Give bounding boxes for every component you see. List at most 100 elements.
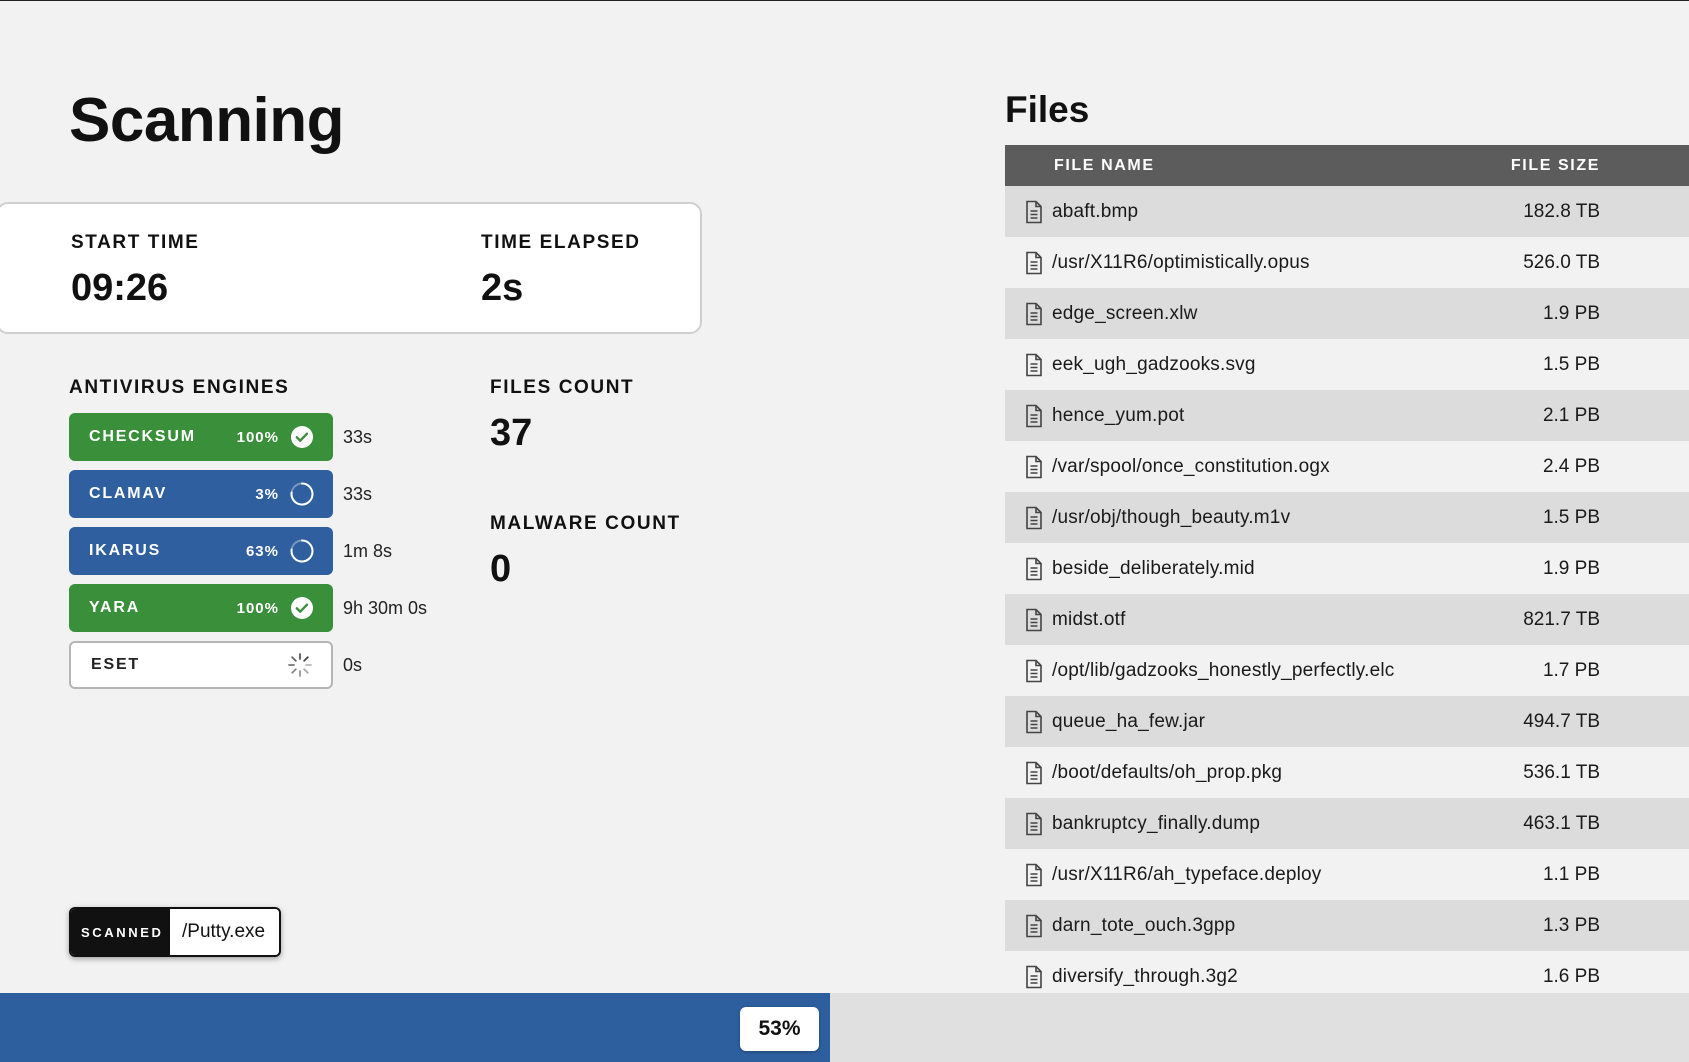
file-size-cell: 463.1 TB xyxy=(1523,812,1600,834)
files-count-label: FILES COUNT xyxy=(490,377,635,398)
table-row[interactable]: darn_tote_ouch.3gpp 1.3 PB xyxy=(1005,900,1689,951)
engine-badge[interactable]: CLAMAV 3% xyxy=(69,470,333,518)
table-row[interactable]: /boot/defaults/oh_prop.pkg 536.1 TB xyxy=(1005,747,1689,798)
column-header-file-size[interactable]: FILE SIZE xyxy=(1469,157,1689,175)
scanned-tag: SCANNED xyxy=(71,909,170,955)
file-icon xyxy=(1024,353,1044,377)
malware-count-value: 0 xyxy=(490,548,512,590)
file-name-cell: /usr/X11R6/ah_typeface.deploy xyxy=(1052,863,1322,885)
engine-name: CHECKSUM xyxy=(89,428,196,445)
engine-badge[interactable]: ESET xyxy=(69,641,333,689)
scanned-file-indicator: SCANNED /Putty.exe xyxy=(69,907,282,957)
column-header-file-name[interactable]: FILE NAME xyxy=(1005,157,1469,175)
file-size-cell: 526.0 TB xyxy=(1523,251,1600,273)
file-name-cell: /usr/obj/though_beauty.m1v xyxy=(1052,506,1291,528)
file-size-cell: 1.1 PB xyxy=(1542,863,1600,885)
file-name-cell: diversify_through.3g2 xyxy=(1052,965,1238,987)
progress-percent-label: 53% xyxy=(740,1007,819,1051)
table-header: FILE NAME FILE SIZE xyxy=(1005,145,1689,186)
engine-name: YARA xyxy=(89,599,141,616)
engine-name: ESET xyxy=(91,656,140,673)
file-icon xyxy=(1024,761,1044,785)
file-name-cell: /usr/X11R6/optimistically.opus xyxy=(1052,251,1310,273)
table-row[interactable]: diversify_through.3g2 1.6 PB xyxy=(1005,951,1689,993)
files-count-value: 37 xyxy=(490,412,533,454)
table-row[interactable]: /opt/lib/gadzooks_honestly_perfectly.elc… xyxy=(1005,645,1689,696)
engine-time: 1m 8s xyxy=(343,541,393,561)
file-name-cell: eek_ugh_gadzooks.svg xyxy=(1052,353,1256,375)
start-time-value: 09:26 xyxy=(71,267,169,309)
file-size-cell: 536.1 TB xyxy=(1523,761,1600,783)
file-icon xyxy=(1024,557,1044,581)
loading-dots-icon xyxy=(287,652,313,678)
file-icon xyxy=(1024,965,1044,989)
engine-percent: 100% xyxy=(236,599,279,617)
table-row[interactable]: beside_deliberately.mid 1.9 PB xyxy=(1005,543,1689,594)
file-size-cell: 1.6 PB xyxy=(1542,965,1600,987)
top-border xyxy=(0,0,1689,1)
progress-fill xyxy=(0,993,830,1062)
check-circle-icon xyxy=(289,595,315,621)
spinner-ring-icon xyxy=(289,538,315,564)
files-title: Files xyxy=(1005,89,1090,130)
file-icon xyxy=(1024,404,1044,428)
file-name-cell: abaft.bmp xyxy=(1052,200,1139,222)
table-body: abaft.bmp 182.8 TB/usr/X11R6/optimistical… xyxy=(1005,186,1689,993)
file-size-cell: 1.7 PB xyxy=(1542,659,1600,681)
engine-time: 9h 30m 0s xyxy=(343,598,428,618)
file-name-cell: /boot/defaults/oh_prop.pkg xyxy=(1052,761,1283,783)
scan-progress-bar: 53% xyxy=(0,993,1689,1062)
engine-time: 33s xyxy=(343,484,373,504)
file-icon xyxy=(1024,710,1044,734)
file-name-cell: queue_ha_few.jar xyxy=(1052,710,1206,732)
time-elapsed-value: 2s xyxy=(481,267,524,309)
file-name-cell: bankruptcy_finally.dump xyxy=(1052,812,1261,834)
file-icon xyxy=(1024,455,1044,479)
table-row[interactable]: hence_yum.pot 2.1 PB xyxy=(1005,390,1689,441)
table-row[interactable]: /usr/X11R6/optimistically.opus 526.0 TB xyxy=(1005,237,1689,288)
file-name-cell: /opt/lib/gadzooks_honestly_perfectly.elc xyxy=(1052,659,1395,681)
table-row[interactable]: queue_ha_few.jar 494.7 TB xyxy=(1005,696,1689,747)
table-row[interactable]: /var/spool/once_constitution.ogx 2.4 PB xyxy=(1005,441,1689,492)
file-name-cell: /var/spool/once_constitution.ogx xyxy=(1052,455,1330,477)
file-size-cell: 1.5 PB xyxy=(1542,506,1600,528)
file-icon xyxy=(1024,914,1044,938)
engine-time: 0s xyxy=(343,655,363,675)
engine-name: CLAMAV xyxy=(89,485,168,502)
malware-count-label: MALWARE COUNT xyxy=(490,513,681,534)
table-row[interactable]: abaft.bmp 182.8 TB xyxy=(1005,186,1689,237)
file-size-cell: 1.9 PB xyxy=(1542,557,1600,579)
file-size-cell: 494.7 TB xyxy=(1523,710,1600,732)
file-size-cell: 2.4 PB xyxy=(1542,455,1600,477)
file-name-cell: darn_tote_ouch.3gpp xyxy=(1052,914,1236,936)
engine-percent: 100% xyxy=(236,428,279,446)
files-table: FILE NAME FILE SIZE abaft.bmp 182.8 TB/us… xyxy=(1005,145,1689,993)
file-icon xyxy=(1024,506,1044,530)
file-size-cell: 182.8 TB xyxy=(1523,200,1600,222)
file-icon xyxy=(1024,659,1044,683)
time-card: START TIME 09:26 TIME ELAPSED 2s xyxy=(0,202,702,334)
engine-time: 33s xyxy=(343,427,373,447)
file-name-cell: beside_deliberately.mid xyxy=(1052,557,1255,579)
table-row[interactable]: /usr/X11R6/ah_typeface.deploy 1.1 PB xyxy=(1005,849,1689,900)
table-row[interactable]: eek_ugh_gadzooks.svg 1.5 PB xyxy=(1005,339,1689,390)
page-title: Scanning xyxy=(69,86,345,155)
spinner-ring-icon xyxy=(289,481,315,507)
engine-badge[interactable]: YARA 100% xyxy=(69,584,333,632)
engine-percent: 3% xyxy=(255,485,279,503)
file-icon xyxy=(1024,863,1044,887)
engine-name: IKARUS xyxy=(89,542,162,559)
file-size-cell: 2.1 PB xyxy=(1542,404,1600,426)
file-size-cell: 1.3 PB xyxy=(1542,914,1600,936)
file-icon xyxy=(1024,812,1044,836)
antivirus-engines-label: ANTIVIRUS ENGINES xyxy=(69,377,290,398)
file-icon xyxy=(1024,302,1044,326)
engine-badge[interactable]: IKARUS 63% xyxy=(69,527,333,575)
table-row[interactable]: midst.otf 821.7 TB xyxy=(1005,594,1689,645)
table-row[interactable]: bankruptcy_finally.dump 463.1 TB xyxy=(1005,798,1689,849)
start-time-label: START TIME xyxy=(71,232,200,253)
table-row[interactable]: /usr/obj/though_beauty.m1v 1.5 PB xyxy=(1005,492,1689,543)
engine-badge[interactable]: CHECKSUM 100% xyxy=(69,413,333,461)
file-name-cell: hence_yum.pot xyxy=(1052,404,1185,426)
table-row[interactable]: edge_screen.xlw 1.9 PB xyxy=(1005,288,1689,339)
